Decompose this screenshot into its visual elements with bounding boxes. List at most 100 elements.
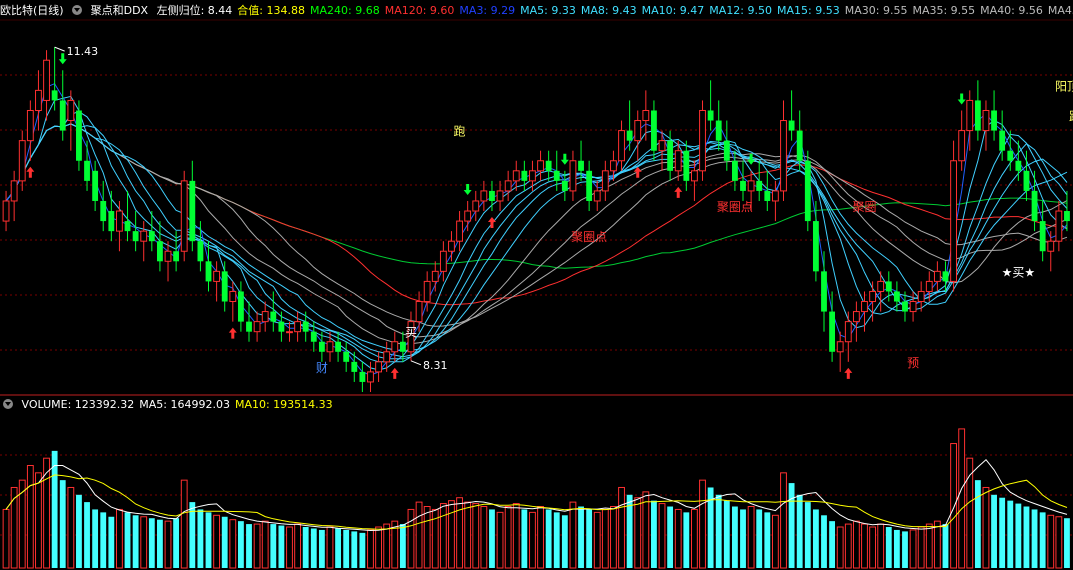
volume-bar xyxy=(788,483,795,568)
volume-bar xyxy=(852,520,860,569)
candle-body xyxy=(699,109,706,172)
candle-body xyxy=(942,271,949,282)
volume-bar xyxy=(480,506,488,569)
volume-bar xyxy=(586,509,593,568)
candle-body xyxy=(229,290,237,303)
candle-body xyxy=(496,190,504,202)
candle-body xyxy=(861,301,868,313)
candle-body xyxy=(51,90,58,101)
candle-body xyxy=(84,160,90,181)
volume-bar xyxy=(812,509,819,568)
volume-bar xyxy=(326,526,334,569)
candle-body xyxy=(909,301,917,313)
volume-bar xyxy=(375,526,382,569)
volume-bar xyxy=(261,520,269,569)
candle-body xyxy=(821,271,827,312)
candle-body xyxy=(933,270,941,282)
candle-body xyxy=(132,231,139,242)
volume-bar xyxy=(917,526,925,569)
candle-body xyxy=(237,291,244,322)
volume-bar xyxy=(148,518,155,568)
volume-bar xyxy=(205,512,212,568)
volume-bar xyxy=(829,521,836,568)
stock-chart[interactable]: 11.438.31跑买财聚圈点聚圈点聚圈预★买★阳顶跑聚圈点 xyxy=(0,0,1073,570)
volume-bar xyxy=(902,531,908,568)
volume-bar xyxy=(553,512,560,568)
volume-bar xyxy=(731,506,738,568)
volume-bar xyxy=(618,486,625,569)
volume-bar xyxy=(651,500,657,568)
candle-body xyxy=(278,321,285,332)
candle-body xyxy=(780,120,787,192)
volume-bar xyxy=(407,508,415,569)
candle-body xyxy=(553,170,560,181)
candle-body xyxy=(707,110,714,121)
candle-body xyxy=(877,280,885,292)
candle-body xyxy=(642,109,650,122)
candle-body xyxy=(108,211,115,232)
volume-bar xyxy=(383,523,391,569)
volume-bar xyxy=(861,523,868,569)
candle-body xyxy=(302,321,309,332)
volume-bar xyxy=(1047,514,1055,569)
volume-bar xyxy=(310,528,317,568)
volume-bar xyxy=(270,524,277,568)
volume-bar xyxy=(489,509,495,568)
candle-body xyxy=(310,331,317,342)
candle-body xyxy=(326,341,334,353)
volume-bar xyxy=(399,524,406,568)
volume-bar xyxy=(359,532,366,568)
candle-body xyxy=(431,270,439,282)
candle-body xyxy=(651,110,657,151)
volume-bar xyxy=(593,511,601,569)
main-legend-field: MA12: 9.50 xyxy=(709,4,773,17)
ma-line xyxy=(5,123,1068,306)
volume-bar xyxy=(197,509,204,568)
arrow-up-icon xyxy=(26,166,35,178)
candle-body xyxy=(423,280,431,303)
volume-bar xyxy=(59,480,66,568)
candle-body xyxy=(731,160,738,181)
candle-body xyxy=(974,100,981,131)
volume-legend-field: MA5: 164992.03 xyxy=(139,398,230,411)
volume-bar xyxy=(472,503,480,569)
candle-body xyxy=(59,100,66,131)
main-legend-field: MA3: 9.29 xyxy=(459,4,516,17)
candle-body xyxy=(294,321,302,333)
volume-bar xyxy=(286,526,293,569)
candle-body xyxy=(658,140,666,152)
volume-bar xyxy=(780,472,787,569)
volume-bar xyxy=(723,500,730,568)
candle-body xyxy=(367,371,374,383)
candle-body xyxy=(683,150,690,181)
volume-bar xyxy=(667,506,674,568)
collapse-volume-icon[interactable] xyxy=(3,399,13,409)
main-legend-field: MA45: xyxy=(1047,4,1073,17)
candle-body xyxy=(747,180,755,192)
volume-bar xyxy=(958,428,966,569)
candle-body xyxy=(286,331,293,334)
candle-body xyxy=(335,341,342,352)
volume-bar xyxy=(318,529,325,568)
candle-body xyxy=(529,170,536,182)
volume-bar xyxy=(877,523,885,569)
candle-body xyxy=(578,160,584,171)
arrow-up-icon xyxy=(844,367,853,379)
volume-bar xyxy=(1055,516,1063,569)
volume-bar xyxy=(634,497,642,569)
candle-body xyxy=(26,109,34,142)
indicator-name[interactable]: 聚点和DDX xyxy=(91,4,148,17)
stock-title[interactable]: 欧比特(日线) xyxy=(0,4,64,17)
volume-bar xyxy=(545,509,552,568)
volume-bar xyxy=(51,450,58,568)
volume-bar xyxy=(124,512,131,568)
volume-bar xyxy=(35,472,42,569)
signal-label: 跑 xyxy=(1069,110,1073,124)
volume-bar xyxy=(26,465,34,569)
volume-bar xyxy=(100,512,107,568)
volume-bar xyxy=(537,506,544,569)
collapse-indicator-icon[interactable] xyxy=(72,5,83,15)
candle-body xyxy=(415,301,423,323)
candle-body xyxy=(375,361,382,373)
candle-body xyxy=(221,271,228,302)
